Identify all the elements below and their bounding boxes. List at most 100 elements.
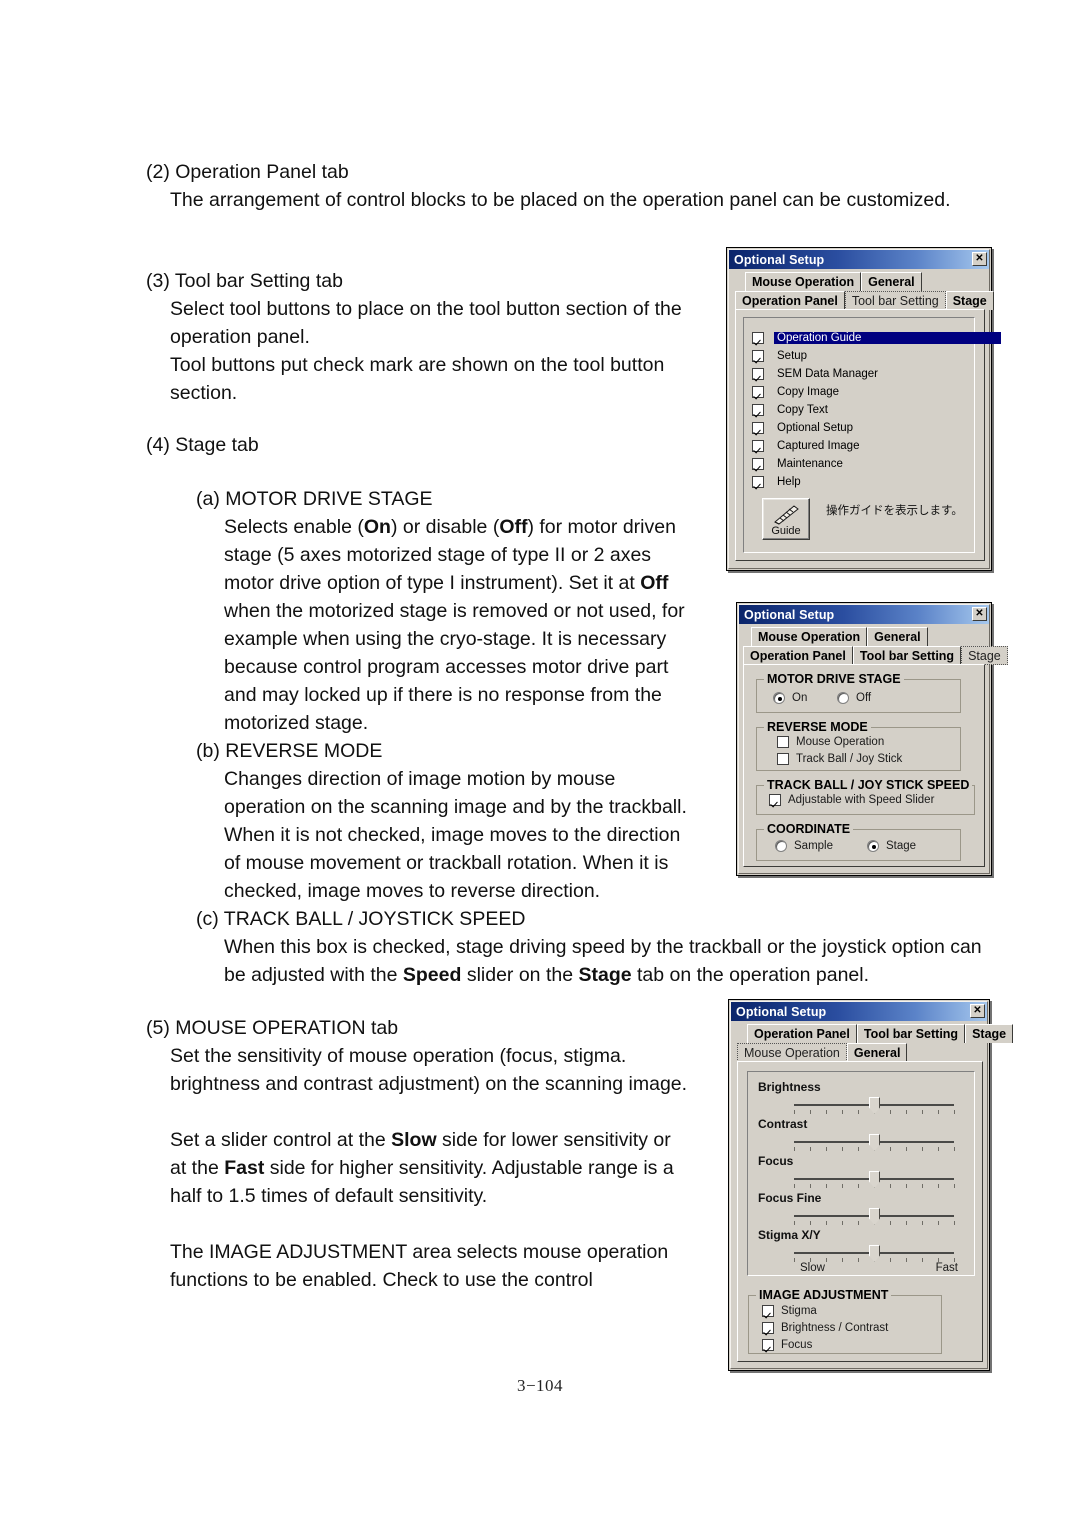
tool-button-list[interactable]: Operation Guide Setup SEM Data Manager C… [752, 329, 1002, 491]
list-item[interactable]: Setup [752, 347, 966, 365]
checkbox-icon[interactable] [777, 753, 789, 765]
checkbox-icon[interactable] [752, 440, 764, 452]
list-item[interactable]: Optional Setup [752, 419, 966, 437]
tab-general[interactable]: General [861, 272, 922, 291]
optional-setup-dialog-stage[interactable]: Optional Setup ✕ Mouse Operation General… [736, 602, 1008, 876]
section-5-line-7: functions to be enabled. Check to use th… [170, 1269, 593, 1291]
close-icon[interactable]: ✕ [970, 1004, 985, 1018]
list-item-label: Operation Guide [774, 332, 1002, 344]
checkbox-icon[interactable] [752, 386, 764, 398]
optional-setup-dialog-mouse[interactable]: Optional Setup ✕ Operation Panel Tool ba… [728, 999, 1014, 1371]
section-5-line-1: Set the sensitivity of mouse operation (… [170, 1045, 627, 1067]
group-image-adjustment: IMAGE ADJUSTMENT Stigma Brightness / Con… [748, 1288, 942, 1354]
list-item[interactable]: Maintenance [752, 455, 966, 473]
tab-row-upper[interactable]: Mouse Operation General [745, 272, 922, 291]
radio-icon[interactable] [773, 692, 785, 704]
tab-operation-panel[interactable]: Operation Panel [743, 646, 853, 665]
tab-general[interactable]: General [846, 1043, 908, 1062]
tab-operation-panel[interactable]: Operation Panel [747, 1024, 857, 1043]
tab-row-lower[interactable]: Operation Panel Tool bar Setting Stage [735, 291, 994, 310]
optional-setup-dialog-toolbar[interactable]: Optional Setup ✕ Mouse Operation General… [726, 247, 1002, 571]
radio-icon[interactable] [775, 840, 787, 852]
checkbox-stigma[interactable]: Stigma [762, 1305, 817, 1317]
tab-stage[interactable]: Stage [965, 1024, 1014, 1043]
slider-focus-fine[interactable] [794, 1208, 955, 1227]
tab-mouse-operation[interactable]: Mouse Operation [751, 627, 868, 646]
checkbox-focus[interactable]: Focus [762, 1339, 812, 1351]
checkbox-icon[interactable] [752, 404, 764, 416]
guide-hint-text: 操作ガイドを表示します。 [826, 503, 963, 517]
checkbox-icon[interactable] [762, 1322, 774, 1334]
slider-label-contrast: Contrast [758, 1117, 808, 1131]
radio-icon[interactable] [837, 692, 849, 704]
checkbox-icon[interactable] [769, 794, 781, 806]
title-bar[interactable]: Optional Setup ✕ [731, 1002, 987, 1021]
guide-button[interactable]: Guide [762, 498, 810, 540]
section-4b-line-4: of mouse movement or trackball rotation.… [224, 852, 669, 874]
tab-general[interactable]: General [867, 627, 928, 646]
list-item[interactable]: Copy Image [752, 383, 966, 401]
checkbox-adjustable-with-speed-slider[interactable]: Adjustable with Speed Slider [769, 794, 934, 806]
tab-tool-bar-setting[interactable]: Tool bar Setting [852, 646, 962, 665]
slider-focus[interactable] [794, 1171, 955, 1190]
checkbox-icon[interactable] [777, 736, 789, 748]
checkbox-brightness-contrast[interactable]: Brightness / Contrast [762, 1322, 888, 1334]
section-5-line-6: The IMAGE ADJUSTMENT area selects mouse … [170, 1241, 669, 1263]
tab-mouse-operation[interactable]: Mouse Operation [745, 272, 862, 291]
checkbox-reverse-track-ball[interactable]: Track Ball / Joy Stick [777, 753, 902, 765]
dialog-title: Optional Setup [734, 252, 825, 267]
checkbox-icon[interactable] [752, 458, 764, 470]
radio-icon[interactable] [867, 840, 879, 852]
section-5-line-2: brightness and contrast adjustment) on t… [170, 1073, 688, 1095]
checkbox-icon[interactable] [762, 1339, 774, 1351]
sensitivity-slider-panel: Brightness Contrast Focus Focus Fine Sti… [747, 1071, 975, 1276]
radio-motor-off[interactable]: Off [837, 692, 871, 704]
tab-mouse-operation[interactable]: Mouse Operation [737, 1043, 847, 1062]
section-3-line-2: operation panel. [170, 326, 310, 348]
slider-contrast[interactable] [794, 1134, 955, 1153]
tab-row-lower[interactable]: Operation Panel Tool bar Setting Stage [743, 646, 1008, 665]
checkbox-icon[interactable] [752, 368, 764, 380]
section-4-heading: (4) Stage tab [146, 434, 259, 456]
checkbox-reverse-mouse-operation[interactable]: Mouse Operation [777, 736, 884, 748]
list-item[interactable]: Help [752, 473, 966, 491]
tab-tool-bar-setting[interactable]: Tool bar Setting [856, 1024, 966, 1043]
list-item[interactable]: Operation Guide [752, 329, 1002, 347]
section-4a-line-8: motorized stage. [224, 712, 369, 734]
tab-stage[interactable]: Stage [961, 646, 1008, 665]
section-4a-line-3: motor drive option of type I instrument)… [224, 572, 669, 594]
radio-label: Sample [794, 840, 833, 852]
tab-row-upper[interactable]: Operation Panel Tool bar Setting Stage [747, 1024, 1014, 1043]
tab-operation-panel[interactable]: Operation Panel [735, 291, 845, 310]
tab-stage[interactable]: Stage [945, 291, 994, 310]
close-icon[interactable]: ✕ [972, 252, 987, 266]
close-icon[interactable]: ✕ [972, 607, 987, 621]
slider-label-brightness: Brightness [758, 1080, 821, 1094]
slider-label-focus: Focus [758, 1154, 794, 1168]
list-item[interactable]: Captured Image [752, 437, 966, 455]
radio-motor-on[interactable]: On [773, 692, 807, 704]
title-bar[interactable]: Optional Setup ✕ [739, 605, 989, 624]
title-bar[interactable]: Optional Setup ✕ [729, 250, 989, 269]
tab-tool-bar-setting[interactable]: Tool bar Setting [844, 291, 946, 310]
section-5-line-3: Set a slider control at the Slow side fo… [170, 1129, 671, 1151]
checkbox-icon[interactable] [752, 422, 764, 434]
checkbox-icon[interactable] [752, 350, 764, 362]
radio-coordinate-sample[interactable]: Sample [775, 840, 833, 852]
section-4c-line-2: be adjusted with the Speed slider on the… [224, 964, 870, 986]
section-4b-line-1: Changes direction of image motion by mou… [224, 768, 616, 790]
checkbox-icon[interactable] [762, 1305, 774, 1317]
section-5-line-4: at the Fast side for higher sensitivity.… [170, 1157, 674, 1179]
list-item[interactable]: Copy Text [752, 401, 966, 419]
section-5-heading: (5) MOUSE OPERATION tab [146, 1017, 399, 1039]
group-title: REVERSE MODE [764, 720, 871, 734]
slider-brightness[interactable] [794, 1097, 955, 1116]
checkbox-icon[interactable] [752, 332, 764, 344]
tab-row-lower[interactable]: Mouse Operation General [737, 1043, 908, 1062]
section-4a-title: (a) MOTOR DRIVE STAGE [196, 488, 433, 510]
list-item[interactable]: SEM Data Manager [752, 365, 966, 383]
checkbox-icon[interactable] [752, 476, 764, 488]
slider-label-focus-fine: Focus Fine [758, 1191, 822, 1205]
radio-coordinate-stage[interactable]: Stage [867, 840, 916, 852]
tab-row-upper[interactable]: Mouse Operation General [751, 627, 928, 646]
